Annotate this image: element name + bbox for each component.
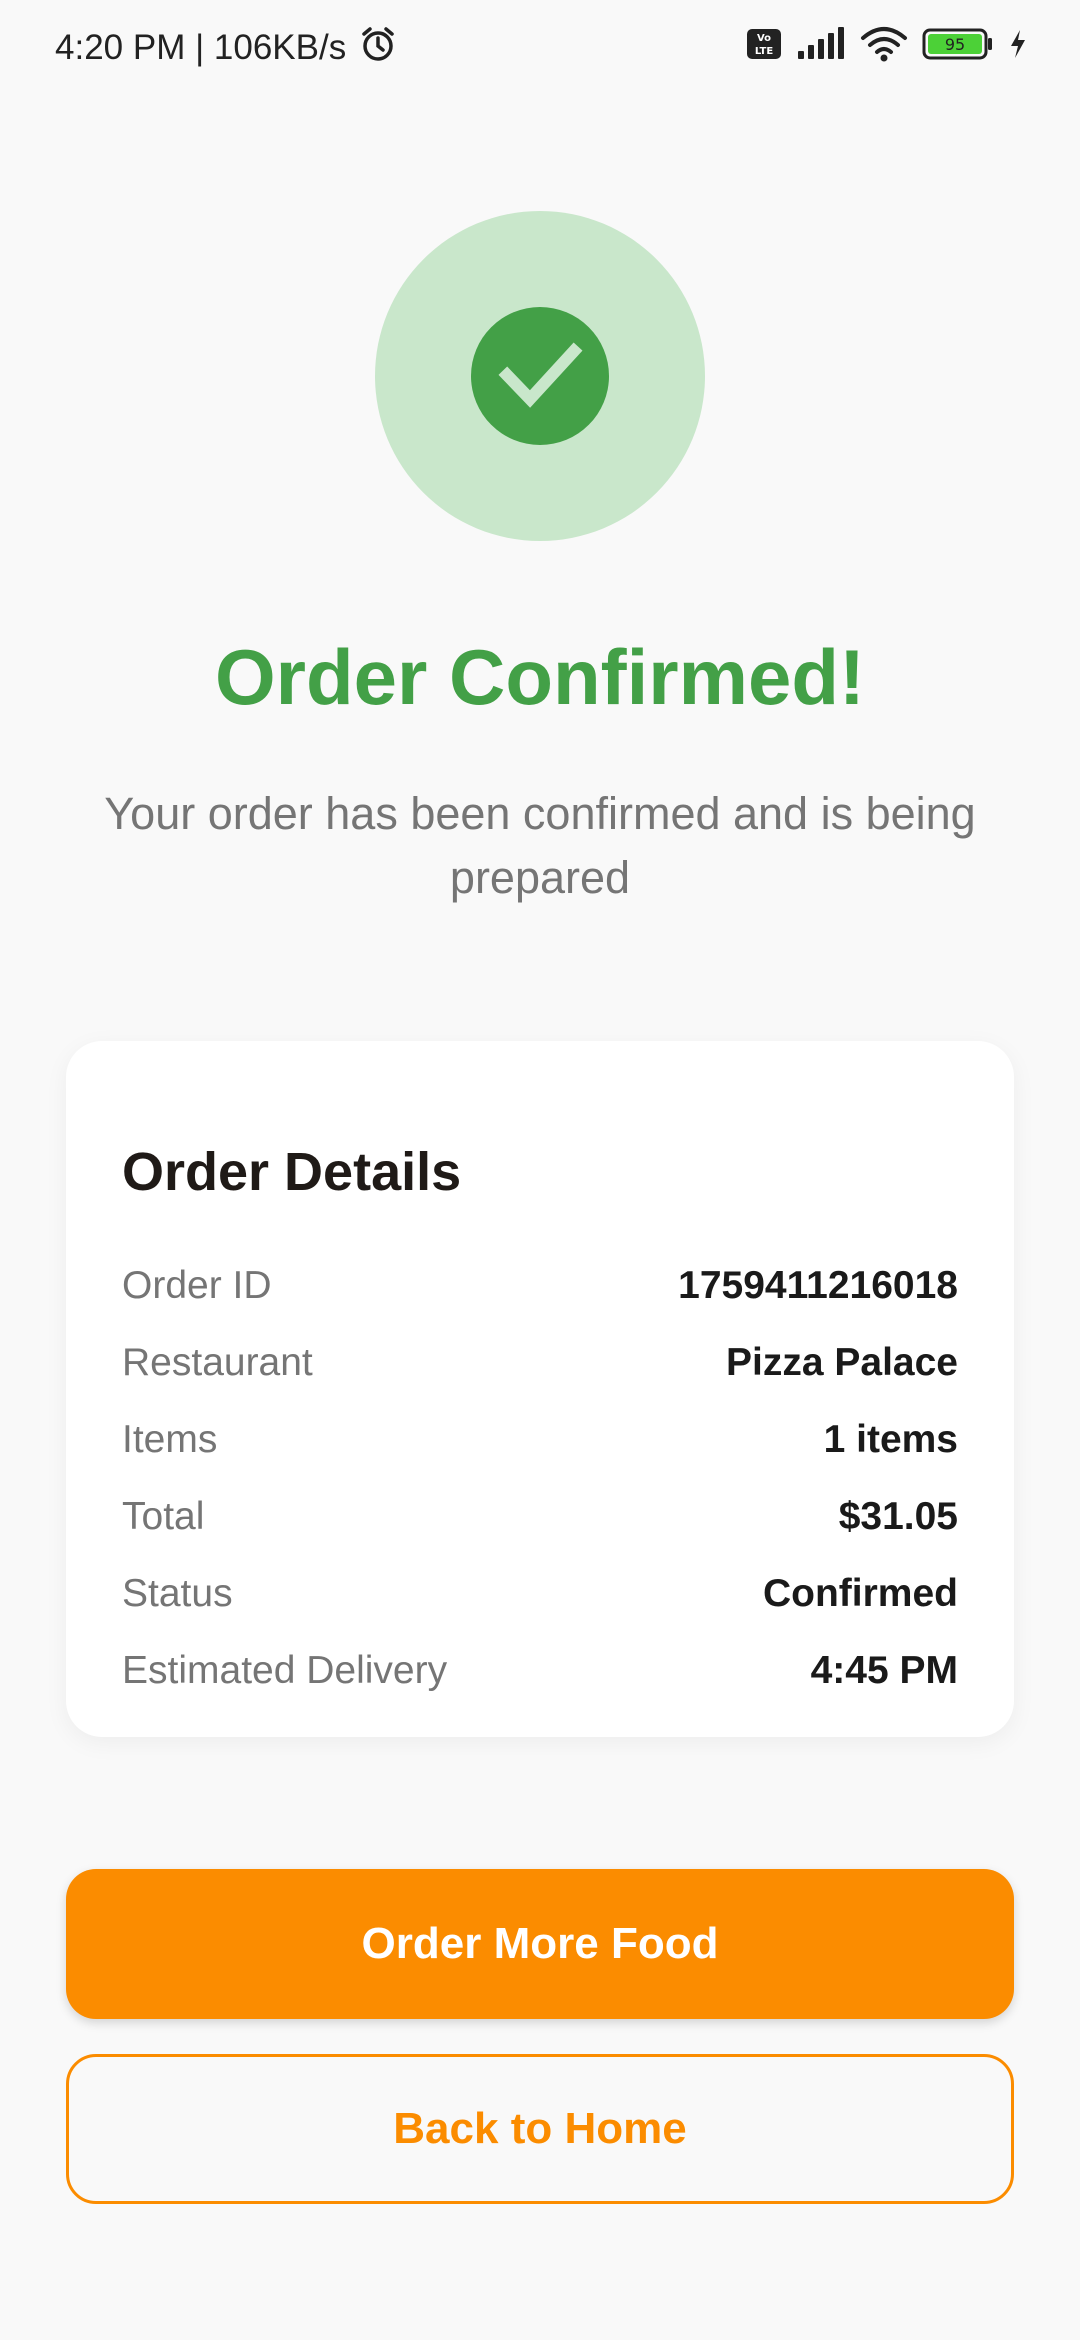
status-label: Status <box>122 1571 233 1615</box>
order-id-value: 1759411216018 <box>678 1263 958 1307</box>
confirmation-title: Order Confirmed! <box>214 633 866 721</box>
order-details-rows: Order ID 1759411216018 Restaurant Pizza … <box>122 1247 958 1709</box>
status-row: Status Confirmed <box>122 1555 958 1632</box>
volte-icon: Vo LTE <box>746 28 782 69</box>
estimated-delivery-row: Estimated Delivery 4:45 PM <box>122 1632 958 1709</box>
alarm-icon <box>358 24 398 73</box>
svg-text:Vo: Vo <box>757 33 771 44</box>
restaurant-label: Restaurant <box>122 1340 313 1384</box>
restaurant-value: Pizza Palace <box>726 1340 958 1384</box>
confirmation-subtitle: Your order has been confirmed and is bei… <box>104 788 976 903</box>
svg-text:LTE: LTE <box>755 46 774 57</box>
status-left: 4:20 PM | 106KB/s <box>55 24 398 73</box>
charging-icon <box>1008 28 1028 69</box>
status-bar: 4:20 PM | 106KB/s Vo LTE 95 <box>0 0 1080 96</box>
items-row: Items 1 items <box>122 1401 958 1478</box>
total-value: $31.05 <box>838 1494 958 1538</box>
total-row: Total $31.05 <box>122 1478 958 1555</box>
back-to-home-button[interactable]: Back to Home <box>66 2054 1014 2204</box>
estimated-delivery-value: 4:45 PM <box>810 1648 958 1692</box>
check-icon <box>471 307 609 445</box>
order-id-row: Order ID 1759411216018 <box>122 1247 958 1324</box>
order-id-label: Order ID <box>122 1263 272 1307</box>
signal-icon <box>796 26 846 70</box>
success-badge <box>375 211 705 541</box>
battery-icon: 95 <box>922 27 994 70</box>
battery-level: 95 <box>945 35 965 54</box>
estimated-delivery-label: Estimated Delivery <box>122 1648 448 1692</box>
items-value: 1 items <box>823 1417 958 1461</box>
items-label: Items <box>122 1417 218 1461</box>
total-label: Total <box>122 1494 205 1538</box>
status-right: Vo LTE 95 <box>746 26 1028 71</box>
order-confirmation-screen: 4:20 PM | 106KB/s Vo LTE 95 Order Confir… <box>0 0 1080 2340</box>
order-details-card: Order Details Order ID 1759411216018 Res… <box>66 1041 1014 1737</box>
status-time: 4:20 PM | 106KB/s <box>55 28 347 67</box>
wifi-icon <box>860 26 908 71</box>
restaurant-row: Restaurant Pizza Palace <box>122 1324 958 1401</box>
order-details-title: Order Details <box>122 1142 462 1202</box>
order-more-food-button[interactable]: Order More Food <box>66 1869 1014 2019</box>
status-value: Confirmed <box>763 1571 958 1615</box>
